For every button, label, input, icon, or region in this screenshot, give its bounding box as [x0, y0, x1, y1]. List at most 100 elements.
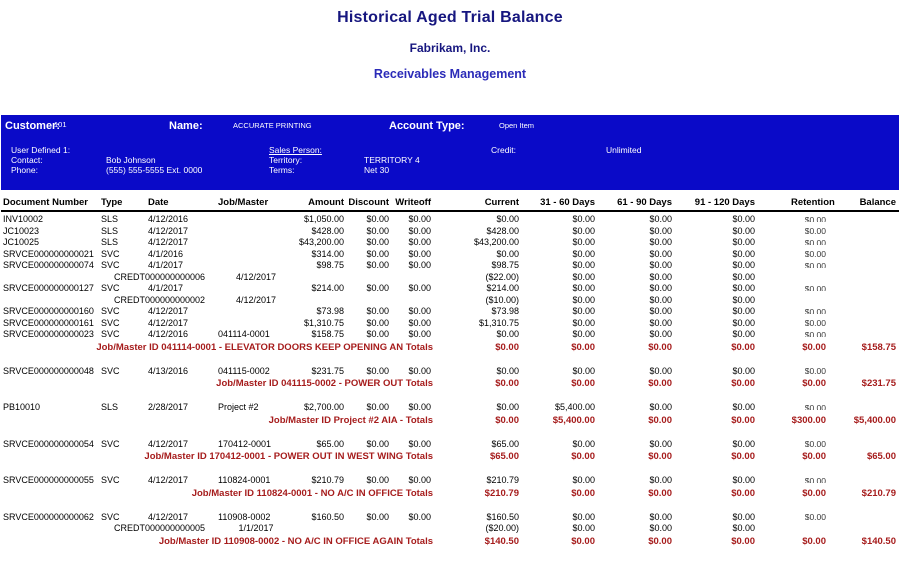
cell-d61_90: $0.00	[597, 249, 674, 261]
cell-current: $73.98	[433, 306, 521, 318]
territory-value: TERRITORY 4	[364, 155, 420, 165]
retention-clipped-value: $0.00	[805, 513, 826, 520]
cell-date: 2/28/2017	[146, 402, 216, 414]
cell-retention: $0.00	[757, 226, 828, 238]
cell-writeoff: $0.00	[391, 475, 433, 487]
cell-d31-60: $0.00	[521, 295, 597, 307]
total-d61-90: $0.00	[597, 535, 674, 548]
cell-type: SVC	[99, 306, 146, 318]
total-label: Job/Master ID 041115-0002 - POWER OUT To…	[1, 377, 433, 390]
retention-clipped-value: $0.00	[805, 216, 826, 223]
cell-credit-date: 4/12/2017	[216, 272, 296, 284]
credit-subrow: CREDT0000000000051/1/2017($20.00)$0.00$0…	[1, 523, 899, 535]
cell-type: SVC	[99, 329, 146, 341]
total-row: Job/Master ID 041114-0001 - ELEVATOR DOO…	[1, 341, 899, 354]
column-header-d31_60: 31 - 60 Days	[521, 195, 597, 210]
cell-balance	[828, 318, 898, 330]
cell-job: 170412-0001	[216, 439, 296, 451]
cell-writeoff: $0.00	[391, 306, 433, 318]
cell-current: $1,310.75	[433, 318, 521, 330]
column-header-discount: Discount	[346, 195, 391, 210]
cell-d61_90: $0.00	[597, 260, 674, 272]
cell-doc-empty	[1, 295, 99, 307]
cell-d91_120: $0.00	[674, 366, 757, 378]
cell-date: 4/1/2017	[146, 283, 216, 295]
cell-balance	[828, 439, 898, 451]
cell-amount: $231.75	[296, 366, 346, 378]
cell-discount: $0.00	[346, 512, 391, 524]
cell-retention: $0.00	[757, 318, 828, 330]
cell-d31_60: $0.00	[521, 329, 597, 341]
cell-retention: $0.00	[757, 366, 828, 378]
total-row: Job/Master ID 110824-0001 - NO A/C IN OF…	[1, 487, 899, 500]
retention-clipped-value: $0.00	[805, 285, 826, 292]
total-d31-60: $0.00	[521, 450, 597, 463]
cell-d31_60: $0.00	[521, 366, 597, 378]
retention-clipped-value: $0.00	[805, 440, 826, 447]
cell-job	[216, 260, 296, 272]
total-d91-120: $0.00	[674, 535, 757, 548]
cell-current: $210.79	[433, 475, 521, 487]
cell-date: 4/1/2017	[146, 260, 216, 272]
total-d31-60: $0.00	[521, 535, 597, 548]
total-d31-60: $0.00	[521, 487, 597, 500]
cell-job	[216, 306, 296, 318]
cell-job: 110824-0001	[216, 475, 296, 487]
cell-type: SVC	[99, 366, 146, 378]
cell-type: SVC	[99, 318, 146, 330]
total-balance: $140.50	[828, 535, 898, 548]
cell-d61_90: $0.00	[597, 318, 674, 330]
cell-d31_60: $0.00	[521, 439, 597, 451]
cell-d31_60: $0.00	[521, 318, 597, 330]
cell-amount: $214.00	[296, 283, 346, 295]
cell-type: SVC	[99, 512, 146, 524]
cell-d61_90: $0.00	[597, 237, 674, 249]
cell-d31_60: $0.00	[521, 475, 597, 487]
column-header-retention: Retention	[757, 195, 828, 210]
cell-d31_60: $0.00	[521, 512, 597, 524]
cell-doc: SRVCE000000000048	[1, 366, 99, 378]
cell-discount: $0.00	[346, 439, 391, 451]
cell-d31-60: $0.00	[521, 272, 597, 284]
cell-current: ($20.00)	[433, 523, 521, 535]
cell-doc: SRVCE000000000062	[1, 512, 99, 524]
cell-d31_60: $0.00	[521, 249, 597, 261]
total-d61-90: $0.00	[597, 487, 674, 500]
cell-d91-120: $0.00	[674, 272, 757, 284]
cell-writeoff: $0.00	[391, 237, 433, 249]
cell-discount: $0.00	[346, 402, 391, 414]
total-label: Job/Master ID 110908-0002 - NO A/C IN OF…	[1, 535, 433, 548]
cell-d61_90: $0.00	[597, 512, 674, 524]
cell-current: $98.75	[433, 260, 521, 272]
column-header-amount: Amount	[296, 195, 346, 210]
cell-amount: $210.79	[296, 475, 346, 487]
cell-job: 041115-0002	[216, 366, 296, 378]
cell-discount: $0.00	[346, 366, 391, 378]
cell-retention: $0.00	[757, 214, 828, 226]
cell-doc: PB10010	[1, 402, 99, 414]
cell-d61-90: $0.00	[597, 523, 674, 535]
cell-d61_90: $0.00	[597, 402, 674, 414]
total-d91-120: $0.00	[674, 450, 757, 463]
name-value: ACCURATE PRINTING	[233, 121, 312, 130]
cell-discount: $0.00	[346, 306, 391, 318]
cell-retention: $0.00	[757, 475, 828, 487]
cell-job	[216, 214, 296, 226]
cell-d31_60: $0.00	[521, 237, 597, 249]
cell-doc: SRVCE000000000074	[1, 260, 99, 272]
credit-subrow: CREDT0000000000024/12/2017($10.00)$0.00$…	[1, 295, 899, 307]
cell-d91_120: $0.00	[674, 237, 757, 249]
cell-date: 4/12/2017	[146, 226, 216, 238]
cell-d61_90: $0.00	[597, 329, 674, 341]
report-title: Historical Aged Trial Balance	[0, 9, 900, 27]
table-row: SRVCE000000000074SVC4/1/2017$98.75$0.00$…	[1, 260, 899, 272]
total-balance: $158.75	[828, 341, 898, 354]
cell-d91_120: $0.00	[674, 214, 757, 226]
cell-amount: $314.00	[296, 249, 346, 261]
cell-balance	[828, 402, 898, 414]
cell-d91_120: $0.00	[674, 402, 757, 414]
contact-label: Contact:	[11, 155, 43, 165]
cell-credit-date: 1/1/2017	[216, 523, 296, 535]
total-retention: $0.00	[757, 535, 828, 548]
retention-clipped-value: $0.00	[805, 367, 826, 374]
